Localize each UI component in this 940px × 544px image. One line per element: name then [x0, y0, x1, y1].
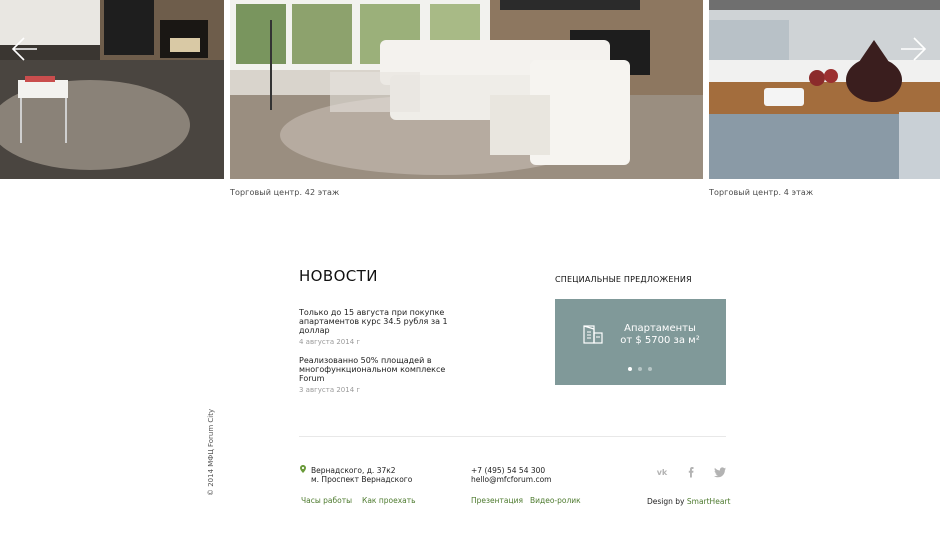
design-credit-prefix: Design by [647, 497, 687, 506]
special-offer-card[interactable]: Апартаменты от $ 5700 за м² [555, 299, 726, 385]
vk-button[interactable]: vk [655, 464, 669, 478]
footer-link-directions[interactable]: Как проехать [362, 496, 416, 505]
news-item-title[interactable]: Только до 15 августа при покупке апартам… [299, 308, 469, 335]
contacts: +7 (495) 54 54 300 hello@mfcforum.com [471, 466, 551, 484]
slider-next-button[interactable] [900, 34, 930, 64]
vk-icon: vk [657, 468, 668, 477]
news-item-date: 3 августа 2014 г [299, 386, 361, 394]
slide-caption: Торговый центр. 4 этаж [709, 188, 814, 197]
special-offers-heading: СПЕЦИАЛЬНЫЕ ПРЕДЛОЖЕНИЯ [555, 275, 692, 284]
slide-caption: Торговый центр. 42 этаж [230, 188, 340, 197]
news-item[interactable]: Только до 15 августа при покупке апартам… [299, 308, 469, 346]
arrow-right-icon [901, 37, 927, 61]
news-item-date: 4 августа 2014 г [299, 338, 361, 346]
carousel-dot[interactable] [628, 367, 632, 371]
email[interactable]: hello@mfcforum.com [471, 475, 551, 484]
address-street: Вернадского, д. 37к2 [311, 466, 396, 475]
facebook-button[interactable] [684, 464, 698, 478]
news-heading: НОВОСТИ [299, 267, 378, 285]
arrow-left-icon [11, 37, 37, 61]
kitchen-photo [709, 0, 940, 179]
svg-text:vk: vk [657, 468, 668, 477]
address-metro: м. Проспект Вернадского [311, 475, 413, 484]
news-item[interactable]: Реализованно 50% площадей в многофункцио… [299, 356, 469, 394]
design-credit-link[interactable]: SmartHeart [687, 497, 731, 506]
location-pin-icon [300, 465, 306, 473]
sofa-room-photo [230, 0, 703, 179]
offer-line-title: Апартаменты [624, 323, 696, 334]
offer-line-price: от $ 5700 за м² [620, 335, 700, 346]
slide-image-left [0, 0, 224, 179]
twitter-button[interactable] [713, 464, 727, 478]
offer-text: Апартаменты от $ 5700 за м² [615, 323, 705, 347]
address: Вернадского, д. 37к2 м. Проспект Вернадс… [311, 466, 412, 484]
twitter-icon [714, 467, 726, 478]
footer-divider [299, 436, 726, 437]
copyright: © 2014 МФЦ Forum City [207, 408, 215, 496]
footer-link-hours[interactable]: Часы работы [301, 496, 352, 505]
news-item-title[interactable]: Реализованно 50% площадей в многофункцио… [299, 356, 469, 383]
carousel-dot[interactable] [638, 367, 642, 371]
slide-image-center [230, 0, 703, 179]
facebook-icon [688, 467, 694, 478]
design-credit: Design by SmartHeart [647, 497, 730, 506]
carousel-dot[interactable] [648, 367, 652, 371]
footer-link-video[interactable]: Видео-ролик [530, 496, 581, 505]
living-room-photo [0, 0, 224, 179]
building-icon [583, 325, 603, 344]
slide-image-right [709, 0, 940, 179]
slider-prev-button[interactable] [8, 34, 38, 64]
phone[interactable]: +7 (495) 54 54 300 [471, 466, 551, 475]
footer-link-presentation[interactable]: Презентация [471, 496, 523, 505]
